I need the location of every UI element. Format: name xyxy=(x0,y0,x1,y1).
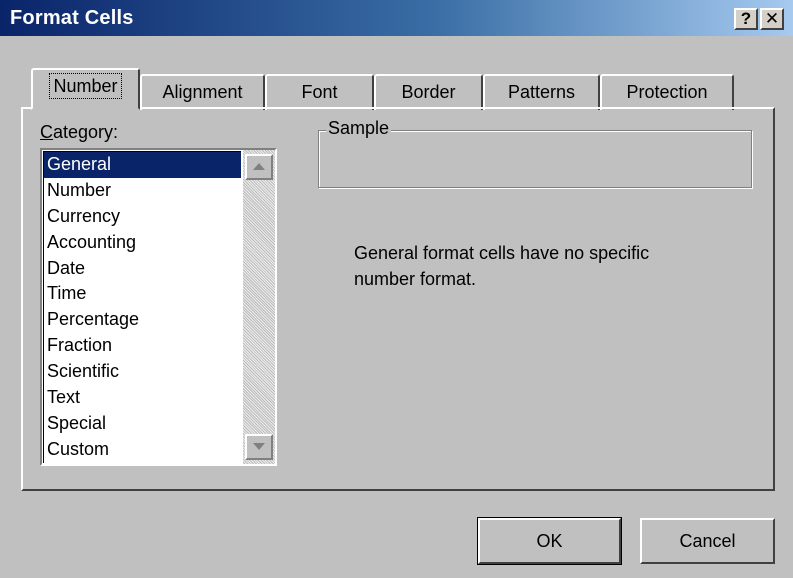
sample-label: Sample xyxy=(326,118,392,139)
list-item-text[interactable]: Text xyxy=(44,385,241,411)
list-item-percentage[interactable]: Percentage xyxy=(44,307,241,333)
tab-font-label: Font xyxy=(301,82,338,102)
list-item-number[interactable]: Number xyxy=(44,178,241,204)
list-item-time[interactable]: Time xyxy=(44,281,241,307)
category-label-accelerator: C xyxy=(40,122,53,142)
tab-patterns[interactable]: Patterns xyxy=(483,74,600,110)
category-label-text: ategory: xyxy=(53,122,119,142)
tab-alignment-label: Alignment xyxy=(162,82,243,102)
tab-protection[interactable]: Protection xyxy=(600,74,734,110)
list-item-special[interactable]: Special xyxy=(44,411,241,437)
help-button[interactable]: ? xyxy=(734,8,758,30)
tab-border-label: Border xyxy=(401,82,456,102)
format-description: General format cells have no specific nu… xyxy=(354,243,650,289)
title-bar[interactable]: Format Cells ? ✕ xyxy=(0,0,793,36)
list-item-fraction[interactable]: Fraction xyxy=(44,333,241,359)
list-item-currency[interactable]: Currency xyxy=(44,204,241,230)
ok-button[interactable]: OK xyxy=(477,517,622,565)
tab-alignment[interactable]: Alignment xyxy=(140,74,265,110)
tab-border[interactable]: Border xyxy=(374,74,483,110)
arrow-down-icon xyxy=(253,443,265,450)
list-item-scientific[interactable]: Scientific xyxy=(44,359,241,385)
tab-patterns-label: Patterns xyxy=(507,82,576,102)
category-label: Category: xyxy=(40,122,118,143)
scroll-down-button[interactable] xyxy=(245,434,273,460)
tab-number[interactable]: Number xyxy=(31,68,140,110)
cancel-button[interactable]: Cancel xyxy=(640,518,775,564)
list-item-general[interactable]: General xyxy=(44,152,241,178)
list-item-accounting[interactable]: Accounting xyxy=(44,230,241,256)
category-listbox[interactable]: General Number Currency Accounting Date … xyxy=(40,148,277,466)
arrow-up-icon xyxy=(253,163,265,170)
category-scrollbar[interactable] xyxy=(243,150,275,464)
close-button[interactable]: ✕ xyxy=(760,8,784,30)
tab-number-label: Number xyxy=(49,73,122,99)
tab-protection-label: Protection xyxy=(626,82,708,102)
list-item-date[interactable]: Date xyxy=(44,256,241,282)
scroll-up-button[interactable] xyxy=(245,154,273,180)
list-item-custom[interactable]: Custom xyxy=(44,437,241,463)
category-list: General Number Currency Accounting Date … xyxy=(43,151,241,463)
window-title: Format Cells xyxy=(10,7,134,29)
tab-font[interactable]: Font xyxy=(265,74,374,110)
